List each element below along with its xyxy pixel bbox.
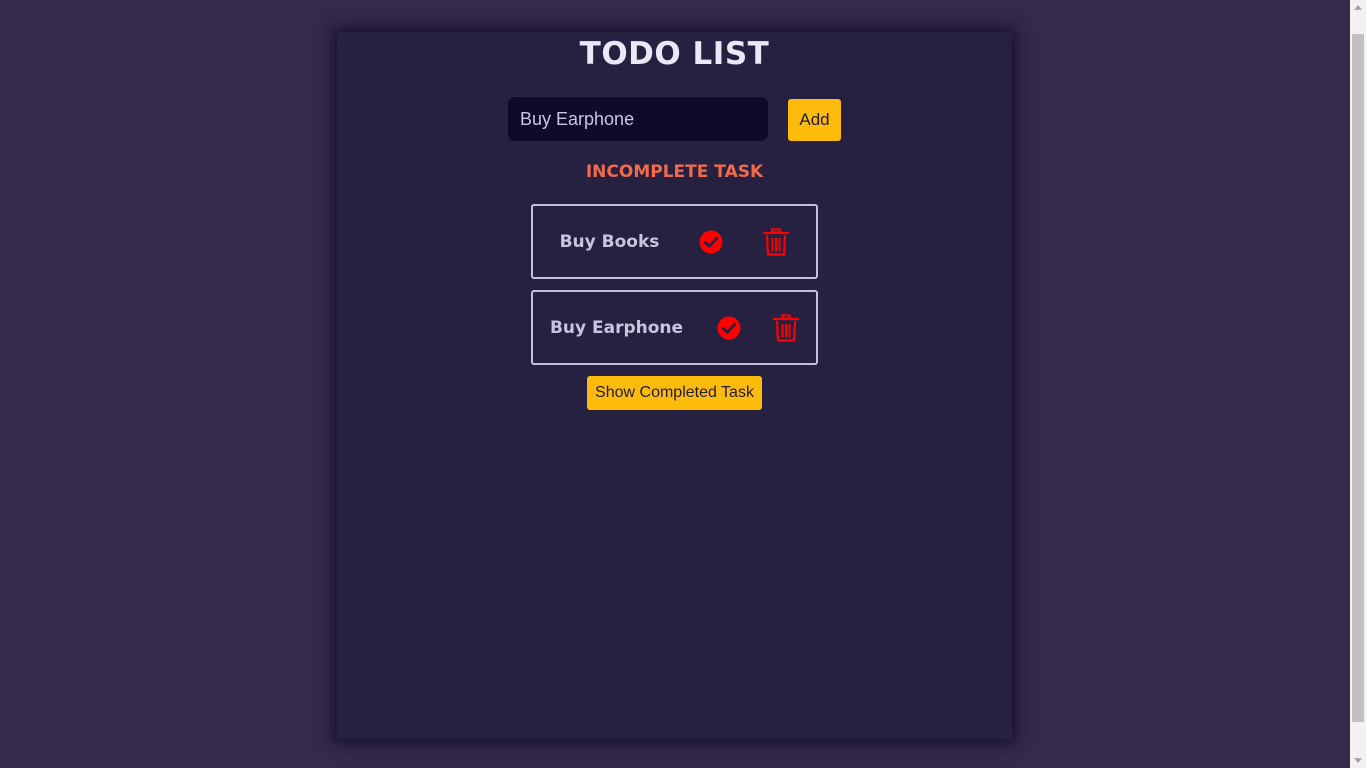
check-circle-icon[interactable] [717,316,741,340]
scroll-thumb[interactable] [1352,34,1364,722]
check-circle-icon[interactable] [699,230,723,254]
task-item-label: Buy Books [559,231,660,252]
incomplete-task-heading: INCOMPLETE TASK [585,162,764,182]
task-item-label: Buy Earphone [549,317,684,338]
task-input[interactable] [508,97,768,141]
show-completed-button[interactable]: Show Completed Task [587,376,762,410]
add-button[interactable]: Add [788,99,841,141]
todo-card: TODO LIST Add INCOMPLETE TASK Buy Books [337,32,1012,739]
page: TODO LIST Add INCOMPLETE TASK Buy Books [0,0,1366,768]
task-item-buy-books: Buy Books [531,204,818,279]
task-item-buy-earphone: Buy Earphone [531,290,818,365]
scroll-up-arrow-icon[interactable] [1354,5,1362,10]
trash-icon[interactable] [763,227,790,256]
trash-icon[interactable] [773,313,800,342]
page-title: TODO LIST [579,36,770,72]
vertical-scrollbar[interactable] [1350,0,1366,768]
scroll-down-arrow-icon[interactable] [1354,758,1362,763]
